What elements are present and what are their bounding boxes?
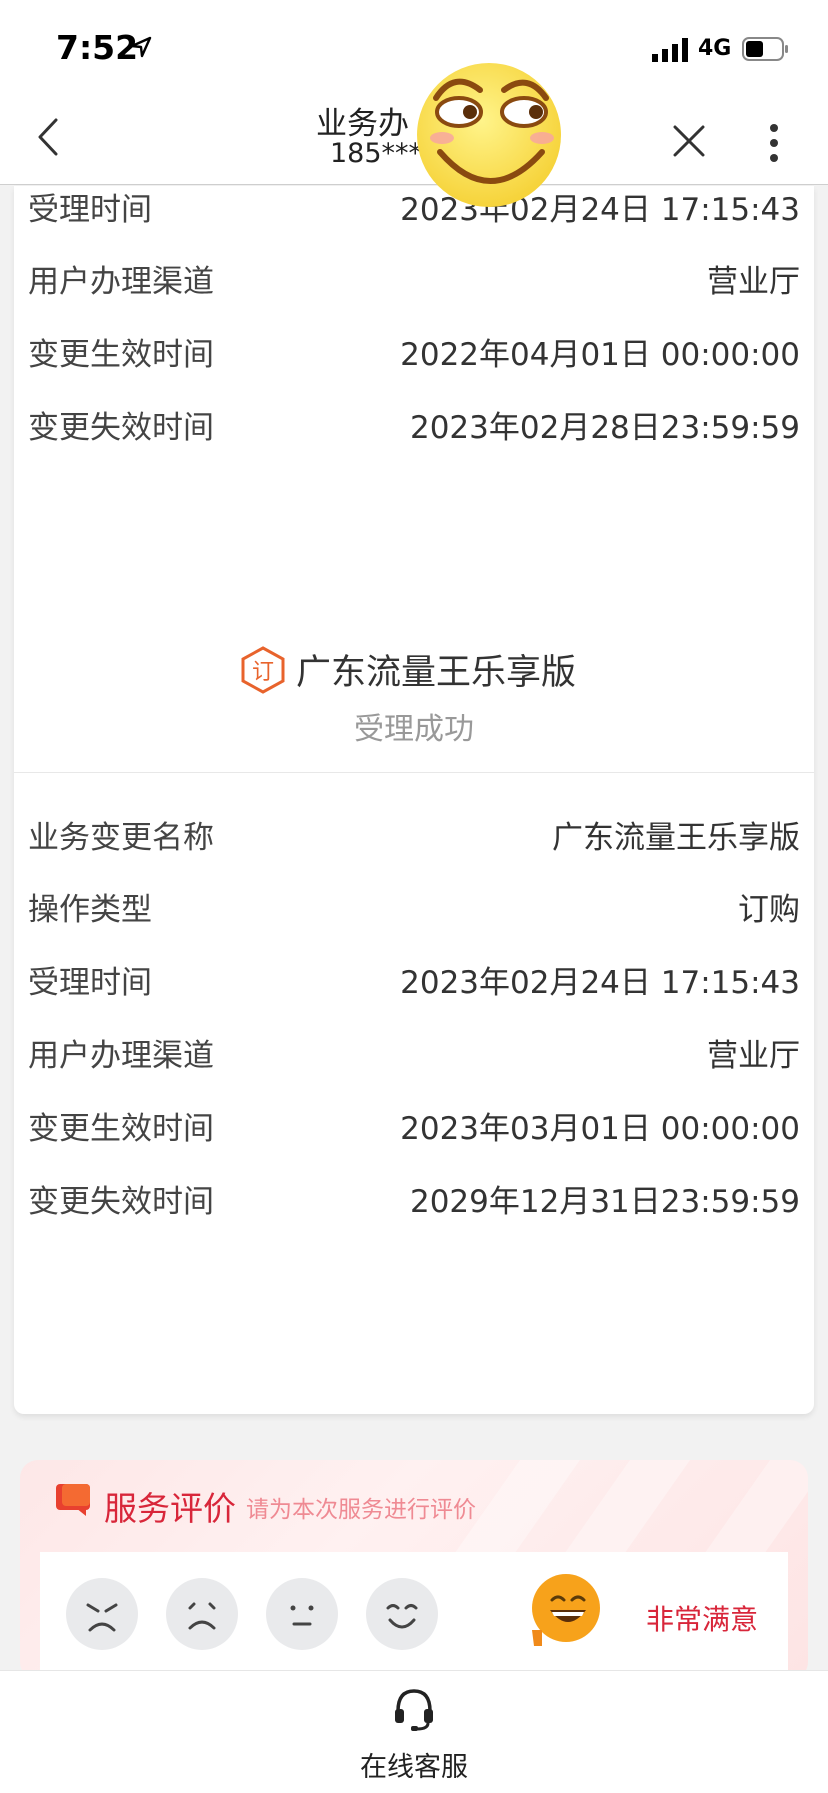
row-value: 2029年12月31日23:59:59 — [409, 1184, 800, 1220]
row-value: 2023年02月28日23:59:59 — [409, 410, 800, 446]
status-time: 7:52 — [56, 28, 139, 67]
row-value: 2023年02月24日 17:15:43 — [400, 965, 800, 1001]
row-label: 变更生效时间 — [28, 337, 214, 373]
back-icon[interactable] — [34, 116, 64, 158]
signal-icon — [652, 38, 688, 62]
order-badge-icon: 订 — [241, 646, 285, 694]
rating-faces: 非常满意 — [40, 1552, 788, 1680]
business-header: 订 广东流量王乐享版 受理成功 — [14, 644, 814, 764]
detail-row: 用户办理渠道 营业厅 — [28, 1030, 800, 1080]
smirk-emoji-sticker — [417, 63, 561, 207]
row-label: 操作类型 — [28, 892, 152, 928]
row-label: 用户办理渠道 — [28, 264, 214, 300]
row-label: 用户办理渠道 — [28, 1038, 214, 1074]
battery-icon — [742, 37, 788, 61]
online-service-button[interactable]: 在线客服 — [0, 1745, 828, 1784]
bottom-bar: 在线客服 — [0, 1670, 828, 1793]
row-label: 变更生效时间 — [28, 1111, 214, 1147]
selected-rating-label: 非常满意 — [646, 1603, 759, 1636]
network-type: 4G — [698, 36, 732, 61]
detail-row: 变更失效时间 2029年12月31日23:59:59 — [28, 1176, 800, 1226]
headset-icon[interactable] — [393, 1687, 435, 1731]
divider — [14, 772, 814, 773]
grin-face-icon[interactable] — [528, 1572, 602, 1646]
detail-row: 变更失效时间 2023年02月28日23:59:59 — [28, 402, 800, 452]
detail-row: 业务变更名称 广东流量王乐享版 — [28, 812, 800, 862]
smile-face-icon[interactable] — [366, 1578, 438, 1650]
sad-face-icon[interactable] — [166, 1578, 238, 1650]
detail-row: 变更生效时间 2022年04月01日 00:00:00 — [28, 329, 800, 379]
row-value: 营业厅 — [707, 1038, 800, 1074]
service-evaluation-panel: 服务评价 请为本次服务进行评价 非常满意 — [20, 1460, 808, 1680]
detail-row: 操作类型 订购 — [28, 884, 800, 934]
row-label: 变更失效时间 — [28, 1184, 214, 1220]
business-status: 受理成功 — [354, 712, 474, 747]
row-label: 业务变更名称 — [28, 820, 214, 856]
comment-icon — [56, 1484, 90, 1516]
row-value: 广东流量王乐享版 — [552, 820, 800, 856]
row-label: 受理时间 — [28, 965, 152, 1001]
row-value: 2022年04月01日 00:00:00 — [400, 337, 800, 373]
location-arrow-icon — [130, 36, 152, 58]
row-label: 变更失效时间 — [28, 410, 214, 446]
detail-row: 变更生效时间 2023年03月01日 00:00:00 — [28, 1103, 800, 1153]
evaluation-hint: 请为本次服务进行评价 — [246, 1497, 476, 1523]
business-detail-card: 受理时间 2023年02月24日 17:15:43 用户办理渠道 营业厅 变更生… — [14, 186, 814, 1414]
order-badge-char: 订 — [252, 660, 274, 685]
business-name: 广东流量王乐享版 — [296, 653, 577, 693]
detail-row: 用户办理渠道 营业厅 — [28, 256, 800, 306]
neutral-face-icon[interactable] — [266, 1578, 338, 1650]
evaluation-title: 服务评价 — [104, 1489, 236, 1528]
angry-face-icon[interactable] — [66, 1578, 138, 1650]
row-value: 2023年03月01日 00:00:00 — [400, 1111, 800, 1147]
row-value: 营业厅 — [707, 264, 800, 300]
row-value: 订购 — [738, 892, 800, 928]
phone-number: 185*** — [330, 138, 423, 169]
page-title: 业务办 — [316, 106, 409, 142]
close-icon[interactable] — [672, 124, 706, 158]
row-label: 受理时间 — [28, 192, 152, 228]
more-icon[interactable] — [764, 120, 784, 166]
detail-row: 受理时间 2023年02月24日 17:15:43 — [28, 957, 800, 1007]
